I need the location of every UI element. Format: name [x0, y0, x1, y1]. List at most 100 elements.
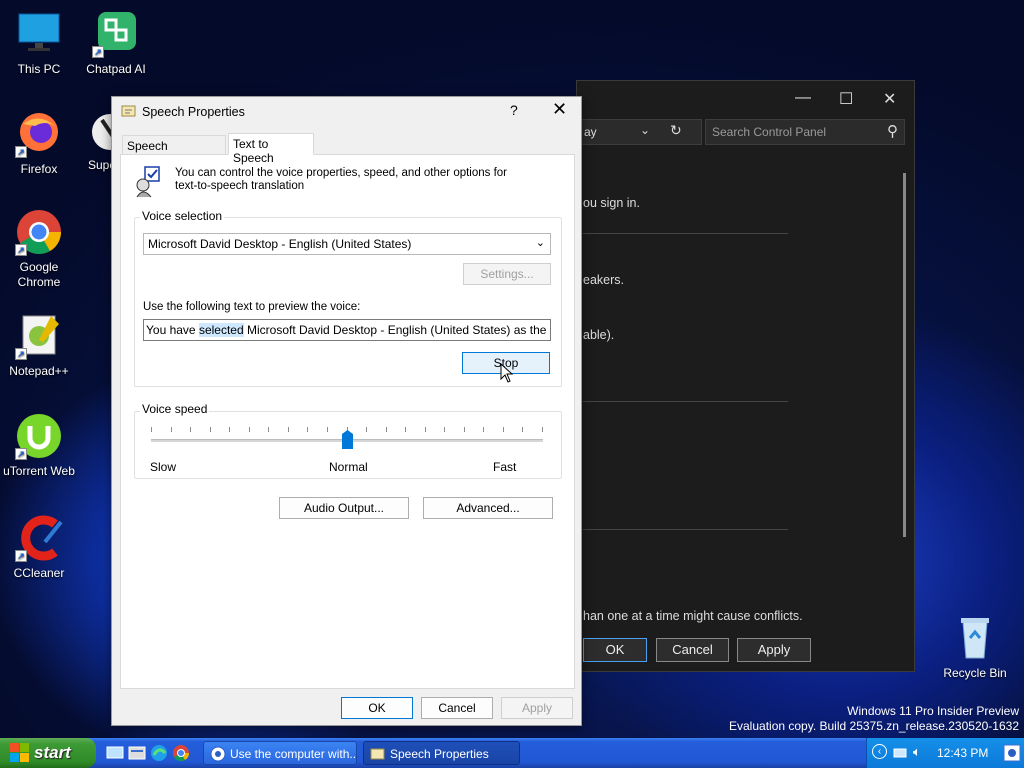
- desktop-icon-utorrent-web[interactable]: ↗ uTorrent Web: [0, 412, 78, 479]
- desktop-icon-label: Firefox: [20, 162, 58, 176]
- shortcut-arrow-icon: ↗: [92, 46, 104, 58]
- slider-tick: [288, 427, 289, 432]
- speech-properties-icon: [121, 105, 136, 117]
- firefox-icon: ↗: [15, 110, 63, 158]
- intro-text: You can control the voice properties, sp…: [175, 167, 507, 193]
- watermark-line-2: Evaluation copy. Build 25375.zn_release.…: [729, 719, 1019, 733]
- slider-thumb[interactable]: [342, 430, 353, 449]
- cancel-button[interactable]: Cancel: [421, 697, 493, 719]
- cp-ok-button[interactable]: OK: [583, 638, 647, 662]
- preview-text-after: Microsoft David Desktop - English (Unite…: [246, 323, 550, 337]
- desktop-icon-this-pc[interactable]: This PC: [0, 10, 78, 77]
- utorrent-icon: ↗: [15, 412, 63, 460]
- slider-tick: [249, 427, 250, 432]
- close-icon[interactable]: ✕: [552, 99, 567, 120]
- voice-speed-slider[interactable]: [151, 425, 543, 451]
- monitor-icon: [15, 10, 63, 58]
- refresh-icon[interactable]: ↻: [670, 122, 682, 139]
- scrollbar[interactable]: [903, 173, 906, 537]
- tab-text-to-speech[interactable]: Text to Speech: [228, 133, 314, 165]
- chevron-left-icon[interactable]: ‹: [872, 744, 887, 759]
- dialog-title: Speech Properties: [142, 105, 245, 119]
- watermark-line-1: Windows 11 Pro Insider Preview: [847, 704, 1019, 718]
- desktop-icon-label: This PC: [17, 62, 61, 76]
- voice-speed-label: Voice speed: [140, 402, 210, 416]
- minimize-icon[interactable]: —: [795, 89, 811, 107]
- help-button[interactable]: ?: [510, 102, 518, 118]
- slider-tick: [386, 427, 387, 432]
- slider-tick: [327, 427, 328, 432]
- taskbar-task-use-the-computer[interactable]: Use the computer with...: [203, 741, 357, 765]
- search-control-panel-input[interactable]: Search Control Panel ⚲: [705, 119, 905, 145]
- voice-select[interactable]: Microsoft David Desktop - English (Unite…: [143, 233, 551, 255]
- desktop-icon-chatpad-ai[interactable]: ↗ Chatpad AI: [77, 10, 155, 77]
- tab-speech-recognition[interactable]: Speech Recognition: [122, 135, 226, 167]
- start-button[interactable]: start: [0, 738, 96, 768]
- start-label: start: [34, 743, 71, 762]
- preview-text-input[interactable]: You have selected Microsoft David Deskto…: [143, 319, 551, 341]
- intro-line-1: You can control the voice properties, sp…: [175, 167, 508, 179]
- desktop-icon-label: Google Chrome: [17, 260, 61, 289]
- slider-tick: [503, 427, 504, 432]
- taskbar-task-speech-properties[interactable]: Speech Properties: [363, 741, 520, 765]
- windows-logo-icon: [10, 743, 29, 762]
- desktop-icon-label: Chatpad AI: [86, 62, 146, 76]
- preview-text-before: You have: [146, 323, 199, 337]
- mouse-cursor-icon: [500, 363, 514, 383]
- chrome-icon: ↗: [15, 208, 63, 256]
- maximize-icon[interactable]: ☐: [839, 89, 853, 109]
- cp-apply-button[interactable]: Apply: [737, 638, 811, 662]
- fast-label: Fast: [493, 460, 517, 474]
- slow-label: Slow: [150, 460, 177, 474]
- desktop-icon-ccleaner[interactable]: ↗ CCleaner: [0, 514, 78, 581]
- desktop-icon-google-chrome[interactable]: ↗ Google Chrome: [0, 208, 78, 290]
- slider-tick: [366, 427, 367, 432]
- shortcut-arrow-icon: ↗: [15, 448, 27, 460]
- search-placeholder: Search Control Panel: [712, 125, 827, 139]
- cp-text-line: han one at a time might cause conflicts.: [583, 609, 803, 623]
- slider-tick: [483, 427, 484, 432]
- address-bar[interactable]: ay ⌄ ↻: [577, 119, 702, 145]
- volume-icon[interactable]: 🔈︎: [913, 744, 921, 760]
- desktop-icon-firefox[interactable]: ↗ Firefox: [0, 110, 78, 177]
- normal-label: Normal: [329, 460, 368, 474]
- system-tray: ‹ 🔈︎ 12:43 PM: [866, 738, 1024, 768]
- edge-icon[interactable]: [150, 744, 168, 762]
- address-text: ay: [584, 125, 597, 139]
- slider-tick: [542, 427, 543, 432]
- app-icon: [210, 746, 226, 762]
- shortcut-arrow-icon: ↗: [15, 348, 27, 360]
- desktop-icon-label: Recycle Bin: [943, 666, 1007, 680]
- control-panel-window[interactable]: — ☐ ✕ ay ⌄ ↻ Search Control Panel ⚲ ou s…: [576, 80, 915, 672]
- ok-button[interactable]: OK: [341, 697, 413, 719]
- search-icon[interactable]: ⚲: [887, 122, 898, 140]
- divider: [583, 233, 788, 234]
- desktop-icon-label: CCleaner: [13, 566, 65, 580]
- speech-properties-dialog[interactable]: Speech Properties ? ✕ Speech Recognition…: [111, 96, 582, 726]
- cp-cancel-button[interactable]: Cancel: [656, 638, 729, 662]
- preview-text-selection: selected: [198, 323, 244, 337]
- settings-button[interactable]: Settings...: [463, 263, 551, 285]
- explorer-icon[interactable]: [128, 744, 146, 762]
- slider-tick: [190, 427, 191, 432]
- voice-selection-label: Voice selection: [140, 209, 225, 223]
- shortcut-arrow-icon: ↗: [15, 244, 27, 256]
- notification-icon[interactable]: [1003, 744, 1021, 762]
- taskbar: start Use the computer with... Speech Pr…: [0, 738, 1024, 768]
- close-icon[interactable]: ✕: [883, 89, 896, 109]
- slider-tick: [444, 427, 445, 432]
- apply-button[interactable]: Apply: [501, 697, 573, 719]
- desktop-icon-notepad-plus-plus[interactable]: ↗ Notepad++: [0, 312, 78, 379]
- desktop-icon[interactable]: [106, 744, 124, 762]
- slider-tick: [425, 427, 426, 432]
- desktop-icon-recycle-bin[interactable]: Recycle Bin: [936, 614, 1014, 681]
- cp-text-line: ou sign in.: [583, 196, 640, 210]
- audio-output-button[interactable]: Audio Output...: [279, 497, 409, 519]
- speech-properties-icon: [370, 748, 385, 760]
- advanced-button[interactable]: Advanced...: [423, 497, 553, 519]
- chrome-icon[interactable]: [172, 744, 190, 762]
- chevron-down-icon[interactable]: ⌄: [640, 123, 650, 137]
- network-icon[interactable]: [893, 746, 907, 760]
- clock[interactable]: 12:43 PM: [937, 746, 988, 760]
- divider: [583, 529, 788, 530]
